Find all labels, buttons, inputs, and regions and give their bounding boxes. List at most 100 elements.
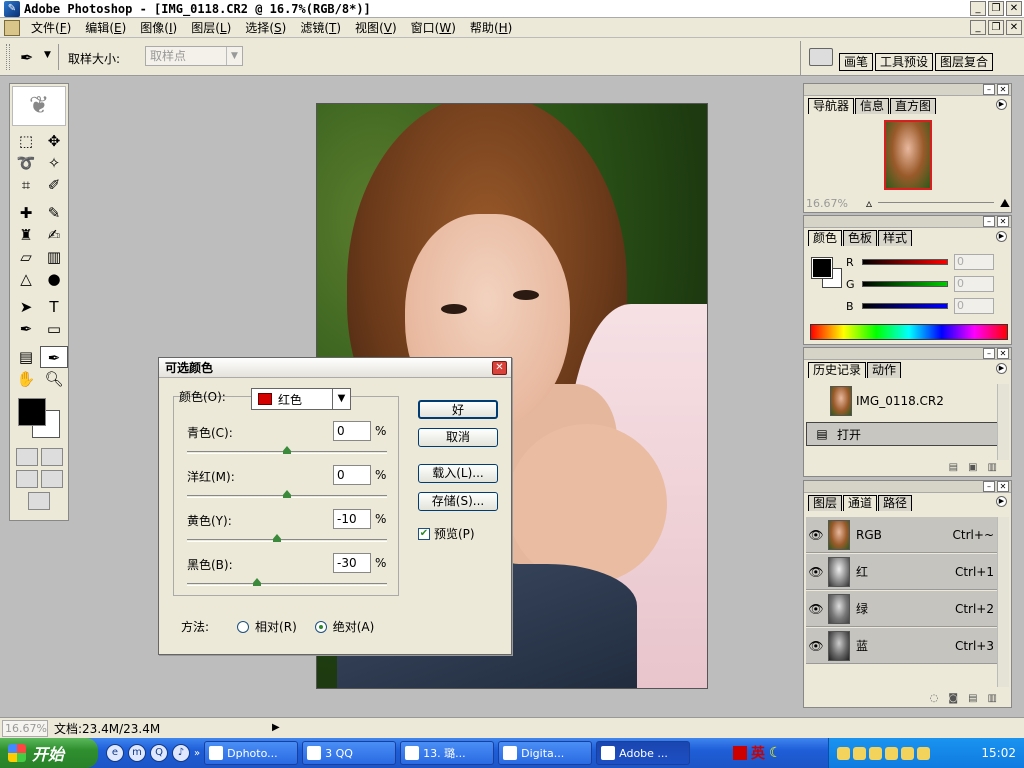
- channels-scrollbar[interactable]: [997, 517, 1009, 687]
- panel-minimize-button[interactable]: –: [983, 216, 995, 227]
- file-browser-icon[interactable]: [809, 48, 833, 66]
- ok-button[interactable]: 好: [418, 400, 498, 419]
- task-adobe[interactable]: Adobe ...: [596, 741, 691, 765]
- options-bar-grip[interactable]: [6, 44, 10, 70]
- load-button[interactable]: 载入(L)...: [418, 464, 498, 483]
- black-slider-track[interactable]: [187, 578, 387, 586]
- panel-minimize-button[interactable]: –: [983, 348, 995, 359]
- panel-close-button[interactable]: ✕: [997, 348, 1009, 359]
- tab-actions[interactable]: 动作: [867, 362, 902, 378]
- doc-restore-button[interactable]: ❐: [988, 20, 1004, 35]
- restore-button[interactable]: ❐: [988, 1, 1004, 16]
- preview-checkbox[interactable]: ✔: [418, 527, 430, 540]
- trash-icon[interactable]: ▥: [988, 693, 997, 707]
- pen-tool-icon[interactable]: ✒: [12, 318, 40, 340]
- quick-launch-more-icon[interactable]: »: [194, 748, 200, 759]
- sample-size-select[interactable]: 取样点 ▼: [145, 46, 243, 66]
- doc-minimize-button[interactable]: _: [970, 20, 986, 35]
- menu-file[interactable]: 文件(F): [24, 19, 78, 36]
- crop-tool-icon[interactable]: ⌗: [12, 174, 40, 196]
- absolute-label[interactable]: 绝对(A): [333, 618, 375, 635]
- qq-icon[interactable]: Q: [150, 744, 168, 762]
- channel-row-blue[interactable]: 👁︎ 蓝 Ctrl+3: [806, 628, 998, 664]
- clock[interactable]: 15:02: [981, 746, 1024, 760]
- eyedropper-preset-icon[interactable]: ✒: [20, 48, 33, 67]
- panel-close-button[interactable]: ✕: [997, 481, 1009, 492]
- msn-icon[interactable]: m: [128, 744, 146, 762]
- new-channel-icon[interactable]: ▤: [968, 693, 977, 707]
- yellow-slider-track[interactable]: [187, 534, 387, 542]
- lasso-tool-icon[interactable]: ➰: [12, 152, 40, 174]
- hand-tool-icon[interactable]: ✋: [12, 368, 40, 390]
- brush-tool-icon[interactable]: ✎: [40, 202, 68, 224]
- eye-icon[interactable]: 👁︎: [806, 639, 826, 653]
- task-window-13[interactable]: 13. 璐...: [400, 741, 495, 765]
- eye-icon[interactable]: 👁︎: [806, 602, 826, 616]
- qq-tray-icon[interactable]: [901, 746, 914, 760]
- tab-paths[interactable]: 路径: [878, 495, 913, 511]
- tab-swatches[interactable]: 色板: [843, 230, 878, 246]
- panel-minimize-button[interactable]: –: [983, 84, 995, 95]
- zoom-in-icon[interactable]: ⛰: [1000, 196, 1010, 211]
- magenta-input[interactable]: 0: [333, 465, 371, 485]
- channel-row-red[interactable]: 👁︎ 红 Ctrl+1: [806, 554, 998, 590]
- trash-icon[interactable]: ▥: [988, 462, 997, 476]
- minimize-button[interactable]: _: [970, 1, 986, 16]
- task-dphoto[interactable]: Dphoto...: [204, 741, 299, 765]
- menu-filter[interactable]: 滤镜(T): [293, 19, 348, 36]
- blur-tool-icon[interactable]: △: [12, 268, 40, 290]
- path-selection-icon[interactable]: ➤: [12, 296, 40, 318]
- gradient-tool-icon[interactable]: ▥: [40, 246, 68, 268]
- screen-mode-button[interactable]: [15, 470, 38, 488]
- well-tab-layer-comps[interactable]: 图层复合: [935, 53, 994, 71]
- channel-row-green[interactable]: 👁︎ 绿 Ctrl+2: [806, 591, 998, 627]
- panel-menu-icon[interactable]: ▶: [996, 231, 1007, 242]
- load-selection-icon[interactable]: ◌: [930, 693, 939, 707]
- zoom-out-icon[interactable]: ▵: [866, 196, 872, 210]
- channel-b-slider[interactable]: [862, 303, 948, 309]
- photoshop-app-icon[interactable]: ✎: [4, 0, 20, 17]
- panel-header[interactable]: – ✕: [804, 216, 1011, 228]
- black-input[interactable]: -30: [333, 553, 371, 573]
- color-spectrum-bar[interactable]: [810, 324, 1008, 340]
- slice-tool-icon[interactable]: ✐: [40, 174, 68, 196]
- panel-menu-icon[interactable]: ▶: [996, 363, 1007, 374]
- doc-close-button[interactable]: ✕: [1006, 20, 1022, 35]
- save-button[interactable]: 存储(S)...: [418, 492, 498, 511]
- jump-to-imageready-button[interactable]: [28, 492, 50, 510]
- type-tool-icon[interactable]: T: [40, 296, 68, 318]
- panel-header[interactable]: – ✕: [804, 348, 1011, 360]
- document-icon[interactable]: [4, 19, 20, 36]
- status-menu-arrow-icon[interactable]: ▶: [272, 722, 280, 733]
- menu-select[interactable]: 选择(S): [238, 19, 293, 36]
- full-screen-button[interactable]: [40, 470, 63, 488]
- marquee-tool-icon[interactable]: ⬚: [12, 130, 40, 152]
- cyan-slider-track[interactable]: [187, 446, 387, 454]
- msn-tray-icon[interactable]: [853, 746, 866, 760]
- history-scrollbar[interactable]: [997, 384, 1009, 460]
- well-tab-tool-presets[interactable]: 工具预设: [875, 53, 934, 71]
- clone-stamp-icon[interactable]: ♜: [12, 224, 40, 246]
- channel-row-rgb[interactable]: 👁︎ RGB Ctrl+~: [806, 517, 998, 553]
- ie-icon[interactable]: e: [106, 744, 124, 762]
- tab-histogram[interactable]: 直方图: [890, 98, 937, 114]
- tab-color[interactable]: 颜色: [808, 230, 843, 246]
- ime-indicator[interactable]: 英 ☾: [733, 741, 793, 765]
- start-button[interactable]: 开始: [0, 738, 98, 768]
- task-qq[interactable]: 3 QQ: [302, 741, 397, 765]
- well-tab-brushes[interactable]: 画笔: [839, 53, 874, 71]
- panel-close-button[interactable]: ✕: [997, 84, 1009, 95]
- panel-close-button[interactable]: ✕: [997, 216, 1009, 227]
- history-snapshot[interactable]: IMG_0118.CR2: [806, 384, 998, 418]
- cyan-input[interactable]: 0: [333, 421, 371, 441]
- menu-window[interactable]: 窗口(W): [404, 19, 463, 36]
- channel-g-slider[interactable]: [862, 281, 948, 287]
- navigator-zoom-slider[interactable]: [878, 201, 994, 205]
- tab-navigator[interactable]: 导航器: [808, 98, 855, 114]
- color-select[interactable]: 红色 ▼: [251, 388, 351, 410]
- preview-checkbox-row[interactable]: ✔ 预览(P): [418, 525, 475, 542]
- tab-styles[interactable]: 样式: [878, 230, 913, 246]
- volume-icon[interactable]: [869, 746, 882, 760]
- cancel-button[interactable]: 取消: [418, 428, 498, 447]
- magic-wand-icon[interactable]: ✧: [40, 152, 68, 174]
